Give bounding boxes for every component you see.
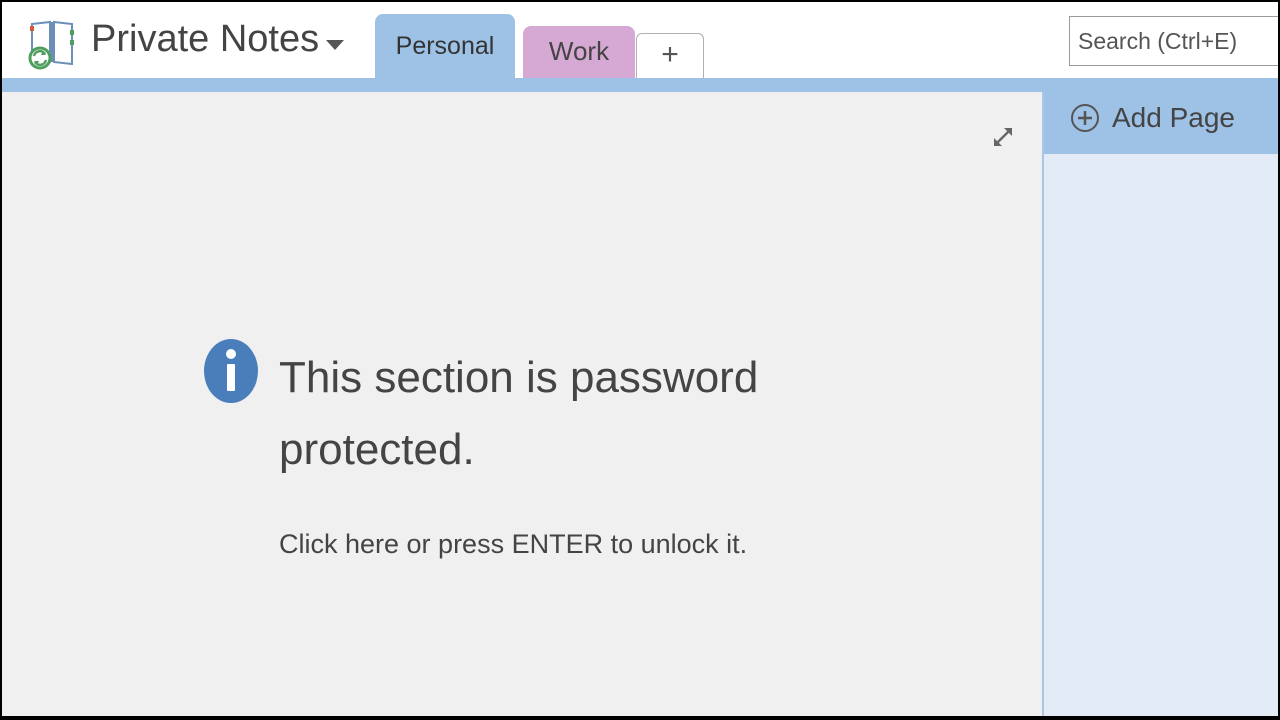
app-window: Private Notes Personal Work + This se [2, 2, 1278, 716]
notebook-sync-icon[interactable] [24, 16, 80, 72]
add-page-button[interactable]: Add Page [1044, 92, 1278, 154]
info-icon [204, 339, 258, 403]
tab-personal[interactable]: Personal [375, 14, 515, 78]
plus-circle-icon [1071, 104, 1099, 132]
page-canvas[interactable]: This section is password protected. Clic… [2, 92, 1042, 716]
add-page-label: Add Page [1112, 102, 1235, 133]
tab-work-label: Work [548, 36, 610, 66]
caret-down-icon[interactable] [324, 36, 346, 52]
unlock-hint[interactable]: Click here or press ENTER to unlock it. [279, 529, 747, 560]
notebook-title[interactable]: Private Notes [91, 18, 319, 61]
search-box[interactable] [1069, 16, 1278, 66]
section-color-strip [2, 78, 1278, 92]
plus-icon: + [661, 38, 679, 71]
tab-personal-label: Personal [395, 32, 495, 60]
add-section-tab[interactable]: + [636, 33, 704, 78]
password-protected-message[interactable]: This section is password protected. [279, 342, 799, 486]
notebook-header: Private Notes Personal Work + [2, 2, 1278, 78]
expand-arrows-icon[interactable] [990, 124, 1016, 150]
search-input[interactable] [1070, 17, 1278, 65]
tab-work[interactable]: Work [523, 26, 635, 78]
page-list-pane: Add Page [1044, 92, 1278, 716]
